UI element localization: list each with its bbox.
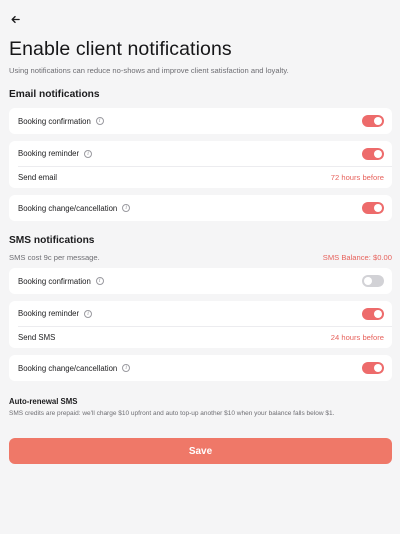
- send-email-timing[interactable]: 72 hours before: [331, 173, 384, 182]
- send-sms-timing[interactable]: 24 hours before: [331, 333, 384, 342]
- email-confirmation-card: Booking confirmation i: [9, 108, 392, 134]
- auto-renewal-text: SMS credits are prepaid: we'll charge $1…: [9, 410, 335, 417]
- email-change-row: Booking change/cancellation i: [18, 203, 131, 213]
- page-subtitle: Using notifications can reduce no-shows …: [9, 66, 289, 75]
- info-icon[interactable]: i: [84, 309, 93, 318]
- save-button[interactable]: Save: [9, 438, 392, 464]
- sms-reminder-toggle[interactable]: [362, 307, 384, 320]
- sms-change-card: Booking change/cancellation i: [9, 355, 392, 381]
- info-icon[interactable]: i: [122, 364, 131, 372]
- sms-confirmation-row: Booking confirmation i: [18, 277, 104, 286]
- sms-change-row: Booking change/cancellation i: [18, 363, 131, 373]
- toggle-knob: [374, 364, 382, 372]
- info-icon[interactable]: i: [95, 277, 104, 285]
- info-icon[interactable]: i: [84, 149, 93, 158]
- toggle-knob: [374, 204, 382, 212]
- auto-renewal-title: Auto-renewal SMS: [9, 397, 78, 406]
- email-change-card: Booking change/cancellation i: [9, 195, 392, 221]
- info-icon[interactable]: i: [95, 117, 104, 125]
- sms-reminder-row: Booking reminder i: [18, 309, 93, 318]
- send-sms-label: Send SMS: [18, 332, 56, 342]
- email-confirmation-row: Booking confirmation i: [18, 117, 104, 126]
- back-button[interactable]: [8, 12, 22, 26]
- email-confirmation-label: Booking confirmation: [18, 116, 91, 126]
- sms-confirmation-card: Booking confirmation i: [9, 268, 392, 294]
- email-confirmation-toggle[interactable]: [362, 115, 384, 127]
- email-change-label: Booking change/cancellation: [18, 203, 118, 213]
- sms-change-label: Booking change/cancellation: [18, 363, 118, 373]
- sms-reminder-label: Booking reminder: [18, 309, 80, 318]
- email-reminder-label: Booking reminder: [18, 149, 80, 158]
- sms-confirmation-label: Booking confirmation: [18, 276, 91, 286]
- toggle-knob: [374, 149, 382, 158]
- toggle-knob: [374, 309, 382, 318]
- sms-reminder-card: Booking reminder i Send SMS 24 hours bef…: [9, 301, 392, 348]
- sms-confirmation-toggle[interactable]: [362, 275, 384, 287]
- sms-section-title: SMS notifications: [9, 235, 95, 246]
- toggle-knob: [374, 117, 382, 125]
- send-email-label: Send email: [18, 172, 58, 182]
- email-section-title: Email notifications: [9, 89, 100, 100]
- email-change-toggle[interactable]: [362, 202, 384, 214]
- email-reminder-toggle[interactable]: [362, 147, 384, 160]
- email-reminder-card: Booking reminder i Send email 72 hours b…: [9, 141, 392, 188]
- arrow-left-icon: [10, 15, 20, 23]
- info-icon[interactable]: i: [122, 204, 131, 212]
- sms-change-toggle[interactable]: [362, 362, 384, 374]
- sms-balance[interactable]: SMS Balance: $0.00: [323, 253, 392, 262]
- page-title: Enable client notifications: [9, 38, 232, 60]
- email-reminder-row: Booking reminder i: [18, 149, 93, 158]
- page: Enable client notifications Using notifi…: [0, 0, 400, 534]
- toggle-knob: [364, 277, 372, 285]
- sms-cost-text: SMS cost 9c per message.: [9, 253, 100, 262]
